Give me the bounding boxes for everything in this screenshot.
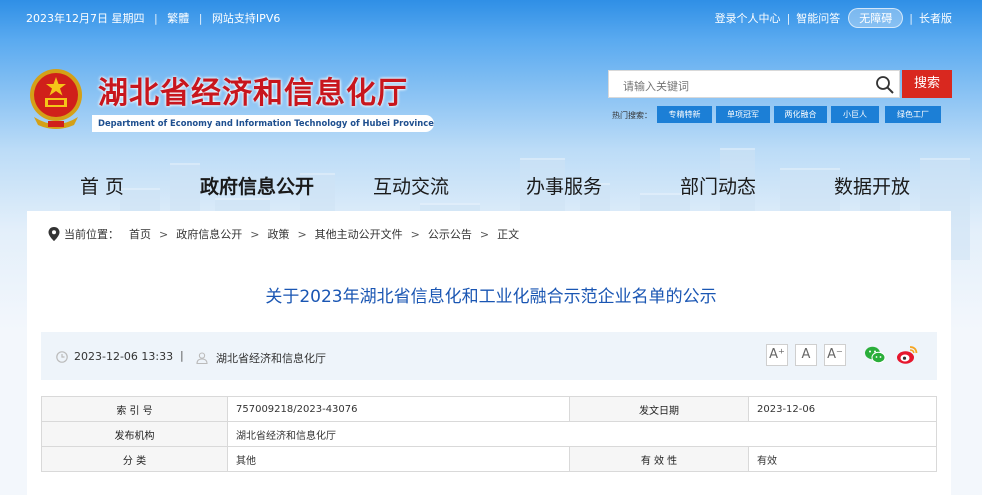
issuing-org-label: 发布机构 xyxy=(41,421,228,447)
table-row: 分 类 其他 有 效 性 有效 xyxy=(41,446,937,472)
index-number-value: 757009218/2023-43076 xyxy=(227,396,570,422)
breadcrumb-separator: > xyxy=(250,227,260,241)
hot-tag[interactable]: 两化融合 xyxy=(774,106,827,123)
divider: | xyxy=(786,11,791,25)
publish-datetime: 2023-12-06 13:33 xyxy=(56,350,173,363)
divider: | xyxy=(909,11,913,25)
breadcrumb-item[interactable]: 政府信息公开 xyxy=(176,226,242,242)
article-title: 关于2023年湖北省信息化和工业化融合示范企业名单的公示 xyxy=(265,287,717,307)
breadcrumb-item[interactable]: 首页 xyxy=(129,226,151,242)
hot-tag[interactable]: 小巨人 xyxy=(831,106,879,123)
search-button[interactable]: 搜索 xyxy=(902,70,952,98)
table-row: 索 引 号 757009218/2023-43076 发文日期 2023-12-… xyxy=(41,396,937,422)
hot-tag[interactable]: 单项冠军 xyxy=(716,106,770,123)
font-decrease-button[interactable]: A⁻ xyxy=(824,344,846,366)
datetime-text: 2023-12-06 13:33 xyxy=(74,350,174,363)
breadcrumb-item: 正文 xyxy=(497,228,520,241)
nav-services[interactable]: 办事服务 xyxy=(526,172,602,199)
top-left-info: 2023年12月7日 星期四 | 繁體 | 网站支持IPV6 xyxy=(26,10,280,26)
traditional-chinese-link[interactable]: 繁體 xyxy=(167,12,189,25)
breadcrumb-item[interactable]: 政策 xyxy=(267,226,289,242)
hot-search-label: 热门搜索： xyxy=(612,111,652,120)
breadcrumb-item[interactable]: 公示公告 xyxy=(428,226,472,242)
issuing-org-value: 湖北省经济和信息化厅 xyxy=(227,421,937,447)
search-box xyxy=(608,70,900,98)
breadcrumb-separator: > xyxy=(479,227,490,241)
breadcrumb-separator: > xyxy=(297,227,307,241)
font-default-button[interactable]: A xyxy=(795,344,817,366)
issue-date-value: 2023-12-06 xyxy=(748,396,937,422)
clock-icon xyxy=(56,350,68,363)
main-nav: 首 页 政府信息公开 互动交流 办事服务 部门动态 数据开放 xyxy=(0,172,982,202)
search-icon[interactable] xyxy=(875,75,895,95)
divider: | xyxy=(198,12,203,25)
top-right-links: 登录个人中心 | 智能问答 无障碍 | 长者版 xyxy=(715,8,952,28)
breadcrumb-separator: > xyxy=(159,227,169,241)
breadcrumb-label: 当前位置： xyxy=(64,228,119,241)
site-title: 湖北省经济和信息化厅 xyxy=(98,76,408,111)
category-value: 其他 xyxy=(227,446,570,472)
national-emblem-icon xyxy=(30,69,82,129)
site-subtitle: Department of Economy and Information Te… xyxy=(92,115,434,132)
breadcrumb: 当前位置： 首页 > 政府信息公开 > 政策 > 其他主动公开文件 > 公示公告… xyxy=(48,226,519,242)
table-row: 发布机构 湖北省经济和信息化厅 xyxy=(41,421,937,447)
accessibility-button[interactable]: 无障碍 xyxy=(848,8,904,28)
nav-interaction[interactable]: 互动交流 xyxy=(373,172,449,199)
category-label: 分 类 xyxy=(41,446,228,472)
hot-tag[interactable]: 绿色工厂 xyxy=(885,106,941,123)
publish-source: 湖北省经济和信息化厅 xyxy=(196,350,326,366)
ipv6-support-text: 网站支持IPV6 xyxy=(211,12,281,25)
document-info-table: 索 引 号 757009218/2023-43076 发文日期 2023-12-… xyxy=(41,396,937,472)
nav-government-info[interactable]: 政府信息公开 xyxy=(200,172,314,199)
index-number-label: 索 引 号 xyxy=(41,396,228,422)
location-pin-icon xyxy=(48,227,60,241)
current-date: 2023年12月7日 星期四 xyxy=(26,12,145,25)
breadcrumb-separator: > xyxy=(410,227,420,241)
elder-mode-link[interactable]: 长者版 xyxy=(919,10,952,26)
search-input[interactable] xyxy=(621,75,865,97)
breadcrumb-item[interactable]: 其他主动公开文件 xyxy=(315,226,403,242)
validity-label: 有 效 性 xyxy=(569,446,749,472)
smart-qa-link[interactable]: 智能问答 xyxy=(796,10,840,26)
weibo-share-icon[interactable] xyxy=(896,345,918,365)
top-bar: 2023年12月7日 星期四 | 繁體 | 网站支持IPV6 登录个人中心 | … xyxy=(0,0,982,34)
validity-value: 有效 xyxy=(748,446,937,472)
nav-open-data[interactable]: 数据开放 xyxy=(834,172,910,199)
nav-department-news[interactable]: 部门动态 xyxy=(680,172,756,199)
user-icon xyxy=(196,352,208,364)
nav-home[interactable]: 首 页 xyxy=(80,172,124,199)
divider: | xyxy=(180,349,184,362)
font-increase-button[interactable]: A⁺ xyxy=(766,344,788,366)
divider: | xyxy=(154,12,158,25)
hot-tag[interactable]: 专精特新 xyxy=(657,106,712,123)
wechat-share-icon[interactable] xyxy=(864,345,886,365)
login-personal-center-link[interactable]: 登录个人中心 xyxy=(715,10,781,26)
source-text: 湖北省经济和信息化厅 xyxy=(216,352,326,365)
issue-date-label: 发文日期 xyxy=(569,396,749,422)
